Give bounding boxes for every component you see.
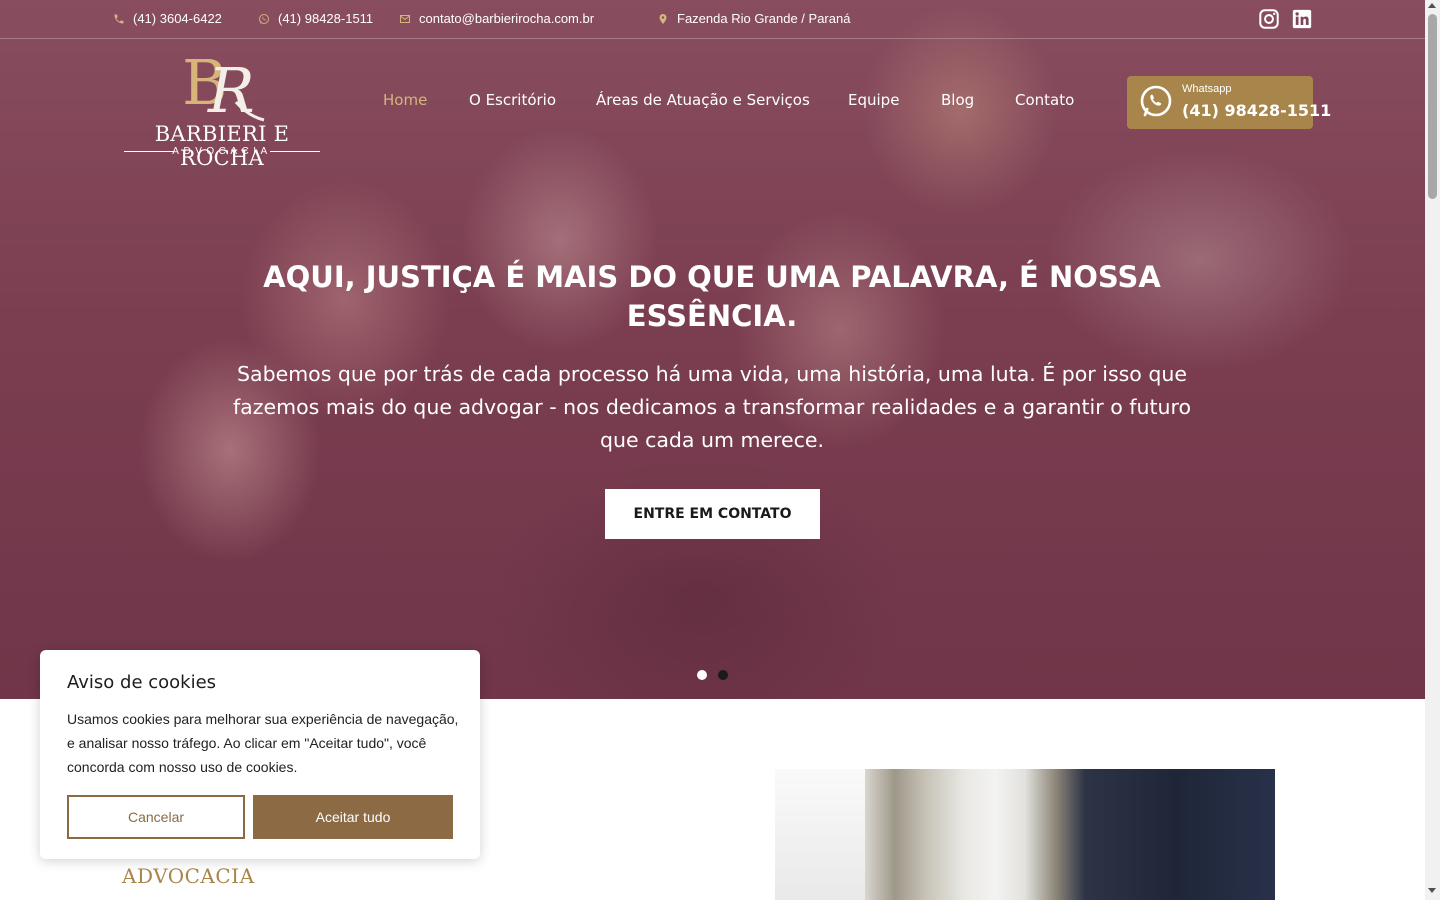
top-whatsapp[interactable]: (41) 98428-1511	[258, 11, 373, 26]
whatsapp-icon	[259, 13, 269, 24]
instagram-icon[interactable]	[1258, 8, 1280, 30]
whatsapp-button-number: (41) 98428-1511	[1182, 101, 1332, 120]
logo-subtitle: ADVOCACIA	[172, 146, 272, 157]
map-pin-icon	[659, 13, 667, 24]
nav-escritorio[interactable]: O Escritório	[469, 91, 556, 109]
phone-icon	[114, 14, 124, 23]
cookie-text: Usamos cookies para melhorar sua experiê…	[67, 711, 459, 775]
top-location-text: Fazenda Rio Grande / Paraná	[677, 11, 851, 26]
cookie-notice: Aviso de cookies Usamos cookies para mel…	[40, 650, 480, 859]
cookie-accept-button[interactable]: Aceitar tudo	[253, 795, 453, 839]
nav-equipe[interactable]: Equipe	[848, 91, 899, 109]
slider-dot-1[interactable]	[697, 670, 707, 680]
whatsapp-button-label: Whatsapp	[1182, 83, 1232, 95]
whatsapp-icon	[1140, 85, 1172, 117]
site-logo[interactable]: B R BARBIERI E ROCHA ADVOCACIA	[120, 46, 324, 170]
cookie-title: Aviso de cookies	[67, 672, 217, 693]
nav-contato[interactable]: Contato	[1015, 91, 1074, 109]
hero-title: AQUI, JUSTIÇA É MAIS DO QUE UMA PALAVRA,…	[263, 260, 1161, 333]
cookie-cancel-button[interactable]: Cancelar	[67, 795, 245, 839]
top-location: Fazenda Rio Grande / Paraná	[657, 11, 850, 26]
top-phone[interactable]: (41) 3604-6422	[113, 11, 222, 26]
email-icon	[400, 14, 410, 23]
scroll-down-arrow-icon[interactable]	[1428, 888, 1436, 893]
top-whatsapp-text: (41) 98428-1511	[278, 11, 374, 26]
top-email[interactable]: contato@barbierirocha.com.br	[399, 11, 594, 26]
top-phone-text: (41) 3604-6422	[133, 11, 222, 26]
nav-home[interactable]: Home	[383, 91, 427, 109]
top-bar: (41) 3604-6422 (41) 98428-1511 contato@b…	[0, 0, 1425, 39]
top-email-text: contato@barbierirocha.com.br	[419, 11, 595, 26]
section-heading-fragment: ADVOCACIA	[122, 864, 255, 888]
whatsapp-button[interactable]: Whatsapp (41) 98428-1511	[1127, 76, 1331, 129]
monogram-logo-icon: B R	[182, 46, 265, 122]
linkedin-icon[interactable]	[1291, 8, 1313, 30]
contact-cta-button[interactable]: ENTRE EM CONTATO	[605, 489, 820, 539]
nav-blog[interactable]: Blog	[941, 91, 974, 109]
slider-dot-2[interactable]	[718, 670, 728, 680]
scroll-up-arrow-icon[interactable]	[1428, 3, 1436, 8]
hero-text: Sabemos que por trás de cada processo há…	[232, 362, 1192, 452]
section-photo	[775, 769, 1275, 900]
scrollbar-thumb[interactable]	[1428, 14, 1437, 199]
nav-areas[interactable]: Áreas de Atuação e Serviços	[596, 91, 810, 109]
page-scrollbar[interactable]	[1425, 0, 1440, 900]
